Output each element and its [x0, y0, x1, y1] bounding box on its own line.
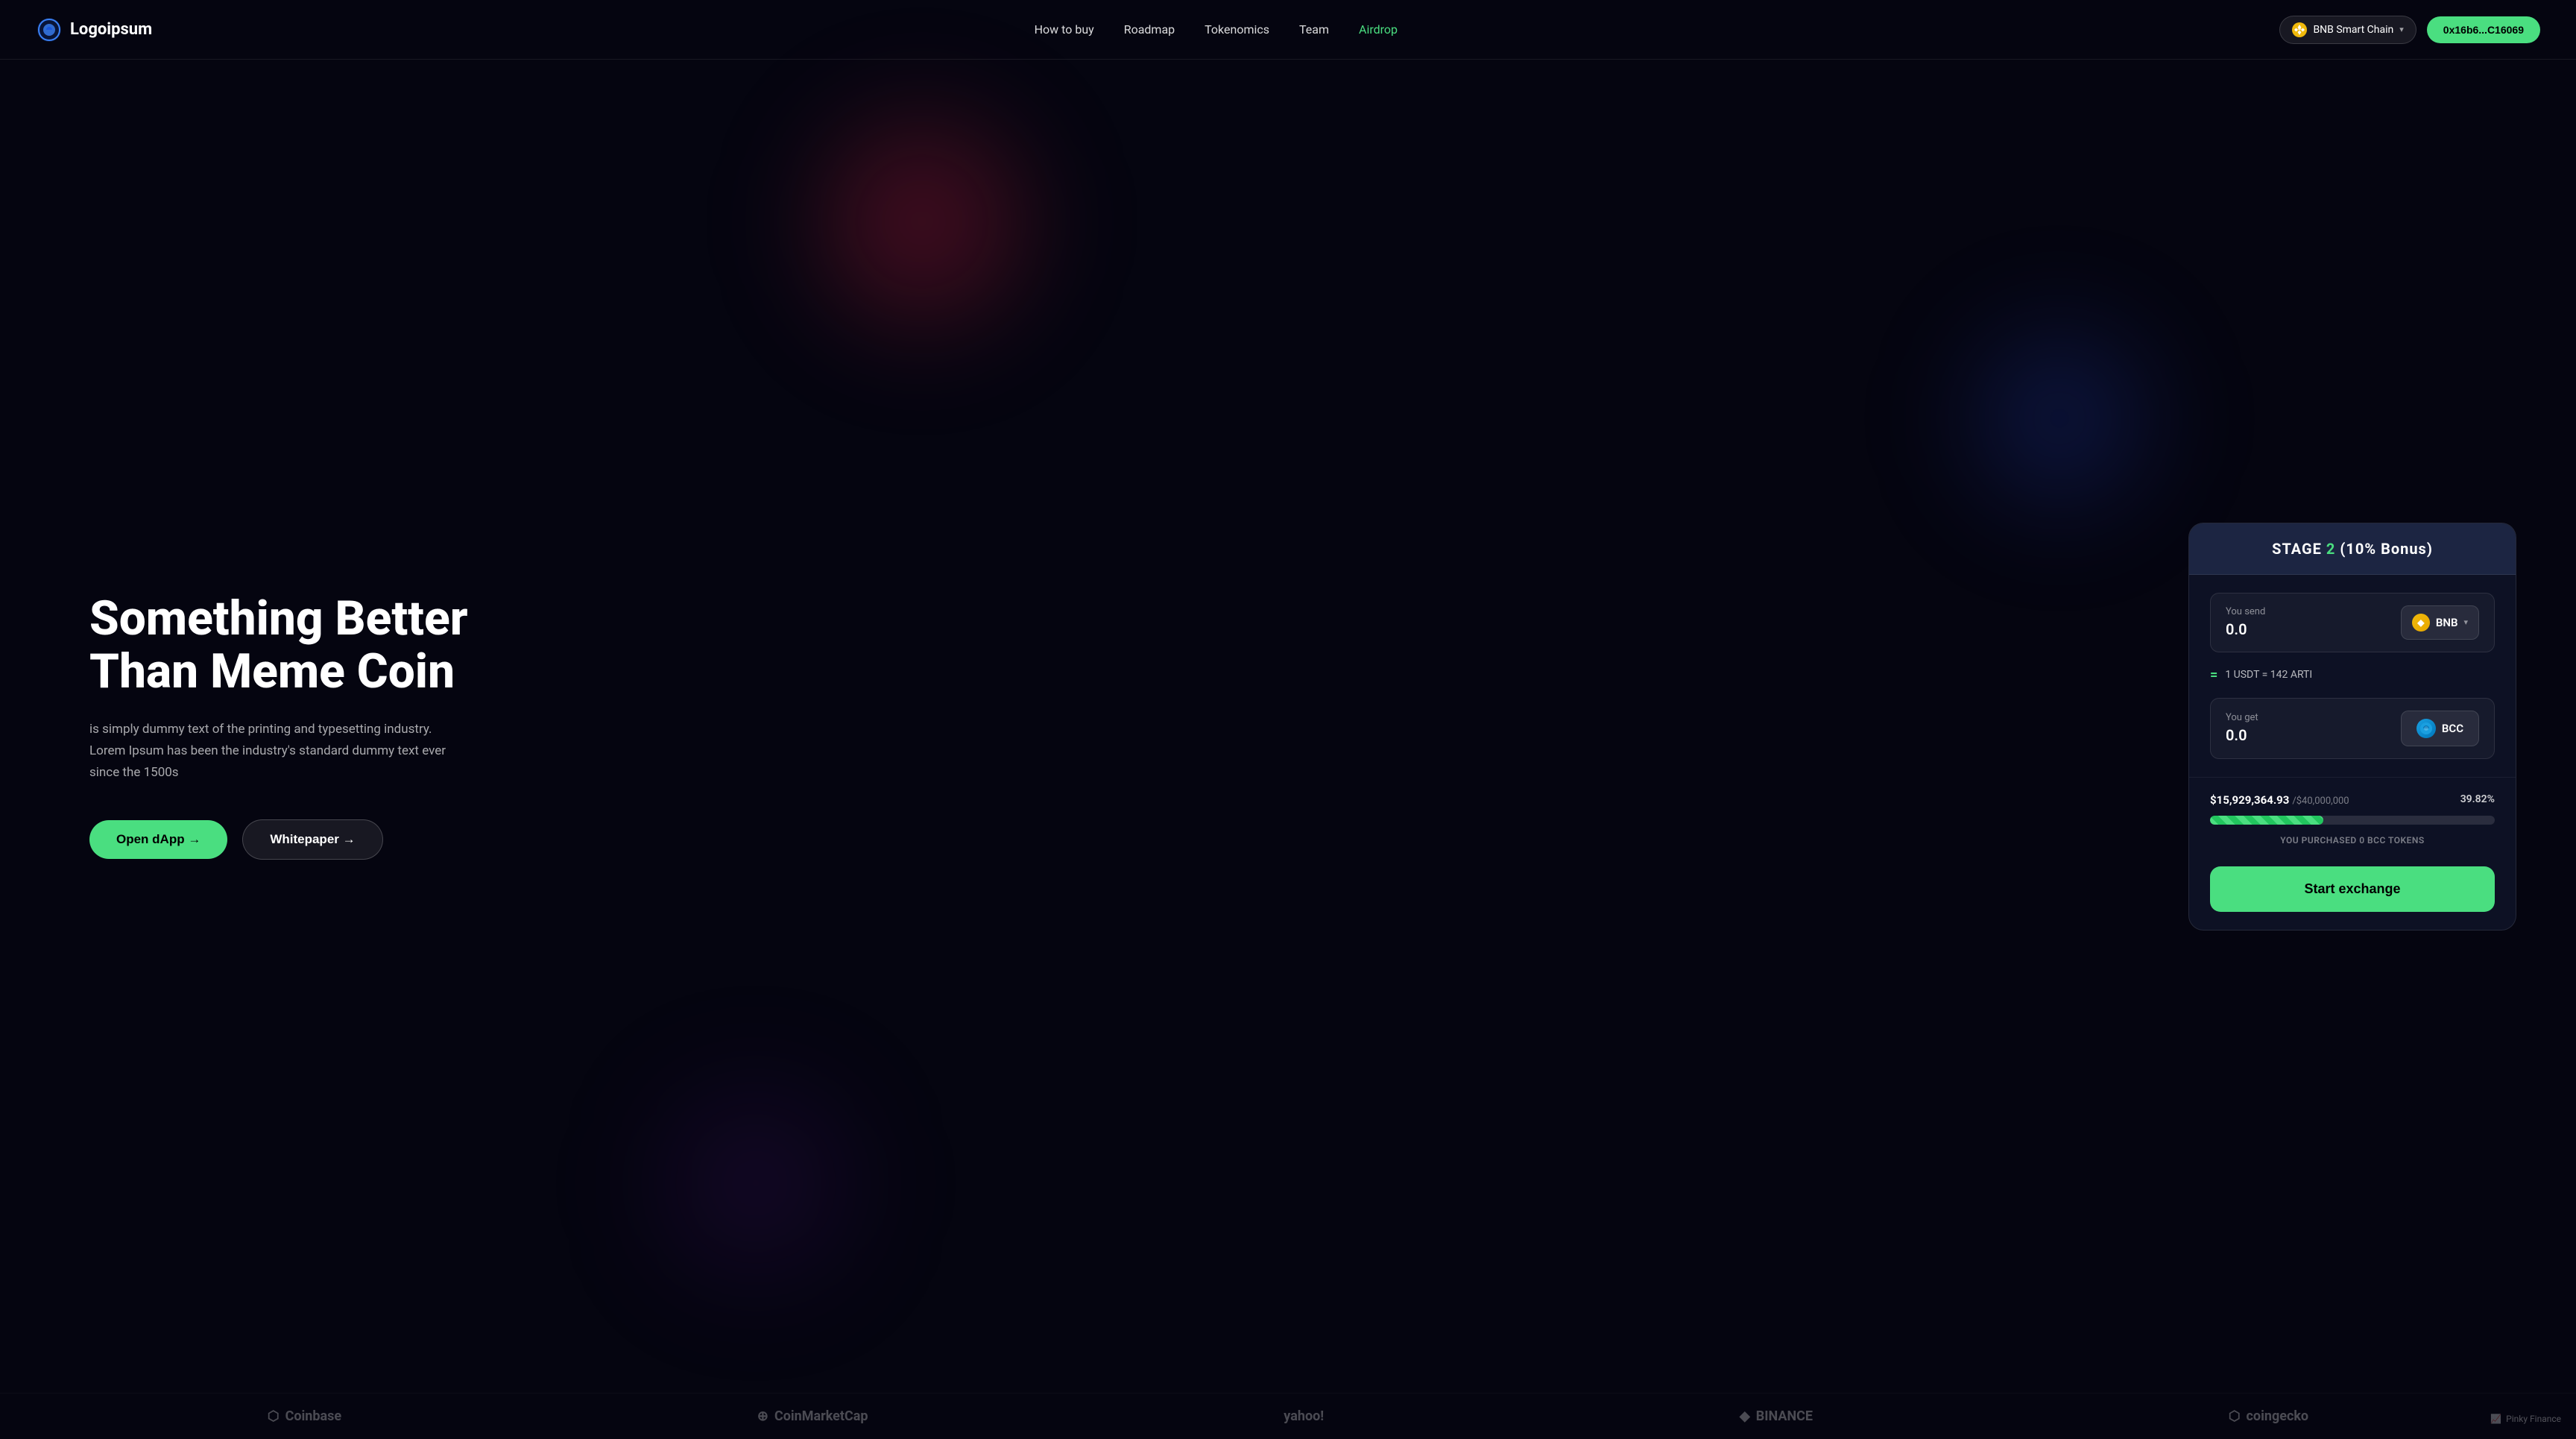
stage-number: 2 — [2326, 540, 2335, 558]
chain-name: BNB Smart Chain — [2313, 24, 2393, 36]
bcc-token-selector[interactable]: BCC — [2401, 711, 2479, 746]
get-input-group: You get 0.0 BCC — [2210, 698, 2495, 759]
raised-info: $15,929,364.93 /$40,000,000 — [2210, 793, 2349, 807]
rate-row: = 1 USDT = 142 ARTI — [2210, 664, 2495, 686]
send-value[interactable]: 0.0 — [2226, 620, 2265, 638]
progress-bar-bg — [2210, 816, 2495, 825]
hero-subtitle: is simply dummy text of the printing and… — [89, 719, 447, 784]
stage-bonus: (10% Bonus) — [2340, 540, 2432, 558]
progress-section: $15,929,364.93 /$40,000,000 39.82% YOU P… — [2189, 777, 2516, 860]
hero-title: Something Better Than Meme Coin — [89, 593, 537, 698]
get-value[interactable]: 0.0 — [2226, 726, 2258, 744]
coingecko-icon: ⬡ — [2229, 1408, 2241, 1424]
send-input-group: You send 0.0 BNB ▾ — [2210, 593, 2495, 652]
binance-icon: ◆ — [1740, 1408, 1750, 1424]
stage-banner: STAGE 2 (10% Bonus) — [2189, 523, 2516, 575]
main-content: Something Better Than Meme Coin is simpl… — [0, 60, 2576, 1393]
nav-tokenomics[interactable]: Tokenomics — [1205, 22, 1269, 37]
send-input-left: You send 0.0 — [2226, 606, 2265, 638]
whitepaper-button[interactable]: Whitepaper → — [242, 819, 382, 860]
get-input-left: You get 0.0 — [2226, 712, 2258, 744]
exchange-button[interactable]: Start exchange — [2210, 866, 2495, 912]
nav-team[interactable]: Team — [1299, 22, 1329, 37]
navbar: Logoipsum How to buy Roadmap Tokenomics … — [0, 0, 2576, 60]
purchased-text: YOU PURCHASED 0 BCC TOKENS — [2210, 835, 2495, 846]
stage-label: STAGE — [2272, 540, 2322, 558]
nav-airdrop[interactable]: Airdrop — [1359, 22, 1398, 37]
hero-section: Something Better Than Meme Coin is simpl… — [89, 593, 537, 859]
footer-logo-coinmarketcap: ⊕ CoinMarketCap — [757, 1408, 868, 1424]
coinmarketcap-icon: ⊕ — [757, 1408, 768, 1424]
progress-header: $15,929,364.93 /$40,000,000 39.82% — [2210, 793, 2495, 807]
bnb-token-selector[interactable]: BNB ▾ — [2401, 605, 2479, 640]
wallet-button[interactable]: 0x16b6...C16069 — [2427, 16, 2540, 43]
logo-icon — [36, 16, 63, 43]
nav-right: BNB Smart Chain ▾ 0x16b6...C16069 — [2279, 16, 2540, 44]
progress-percentage: 39.82% — [2460, 793, 2495, 805]
exchange-section: STAGE 2 (10% Bonus) You send 0.0 BNB — [2188, 523, 2516, 931]
nav-links: How to buy Roadmap Tokenomics Team Airdr… — [1035, 22, 1398, 37]
bcc-token-name: BCC — [2442, 722, 2463, 735]
raised-amount: $15,929,364.93 — [2210, 793, 2289, 807]
nav-how-to-buy[interactable]: How to buy — [1035, 22, 1094, 37]
logo-text: Logoipsum — [70, 20, 152, 39]
footer-logo-coinbase: ⬡ Coinbase — [268, 1408, 341, 1424]
send-label: You send — [2226, 606, 2265, 617]
footer-logo-coingecko: ⬡ coingecko — [2229, 1408, 2308, 1424]
open-dapp-button[interactable]: Open dApp → — [89, 820, 227, 859]
rate-text: 1 USDT = 142 ARTI — [2225, 669, 2312, 681]
exchange-card: STAGE 2 (10% Bonus) You send 0.0 BNB — [2188, 523, 2516, 931]
raised-total: /$40,000,000 — [2292, 796, 2349, 807]
chevron-down-icon: ▾ — [2399, 25, 2404, 34]
bnb-chain-icon — [2292, 22, 2307, 37]
page-wrapper: Logoipsum How to buy Roadmap Tokenomics … — [0, 0, 2576, 1439]
logo[interactable]: Logoipsum — [36, 16, 152, 43]
nav-roadmap[interactable]: Roadmap — [1124, 22, 1175, 37]
get-label: You get — [2226, 712, 2258, 723]
cta-buttons: Open dApp → Whitepaper → — [89, 819, 537, 860]
bnb-chevron-icon: ▾ — [2463, 617, 2468, 627]
footer-logo-binance: ◆ BINANCE — [1740, 1408, 1813, 1424]
card-body: You send 0.0 BNB ▾ = 1 USDT = 142 ARTI — [2189, 575, 2516, 777]
footer-logo-yahoo: yahoo! — [1284, 1408, 1324, 1424]
equals-icon: = — [2210, 667, 2217, 683]
bnb-token-name: BNB — [2436, 616, 2458, 629]
chain-selector[interactable]: BNB Smart Chain ▾ — [2279, 16, 2416, 44]
coinbase-icon: ⬡ — [268, 1408, 280, 1424]
progress-bar-fill — [2210, 816, 2323, 825]
footer-logos: ⬡ Coinbase ⊕ CoinMarketCap yahoo! ◆ BINA… — [0, 1393, 2576, 1439]
bnb-icon — [2412, 614, 2430, 632]
bcc-icon — [2416, 719, 2436, 738]
